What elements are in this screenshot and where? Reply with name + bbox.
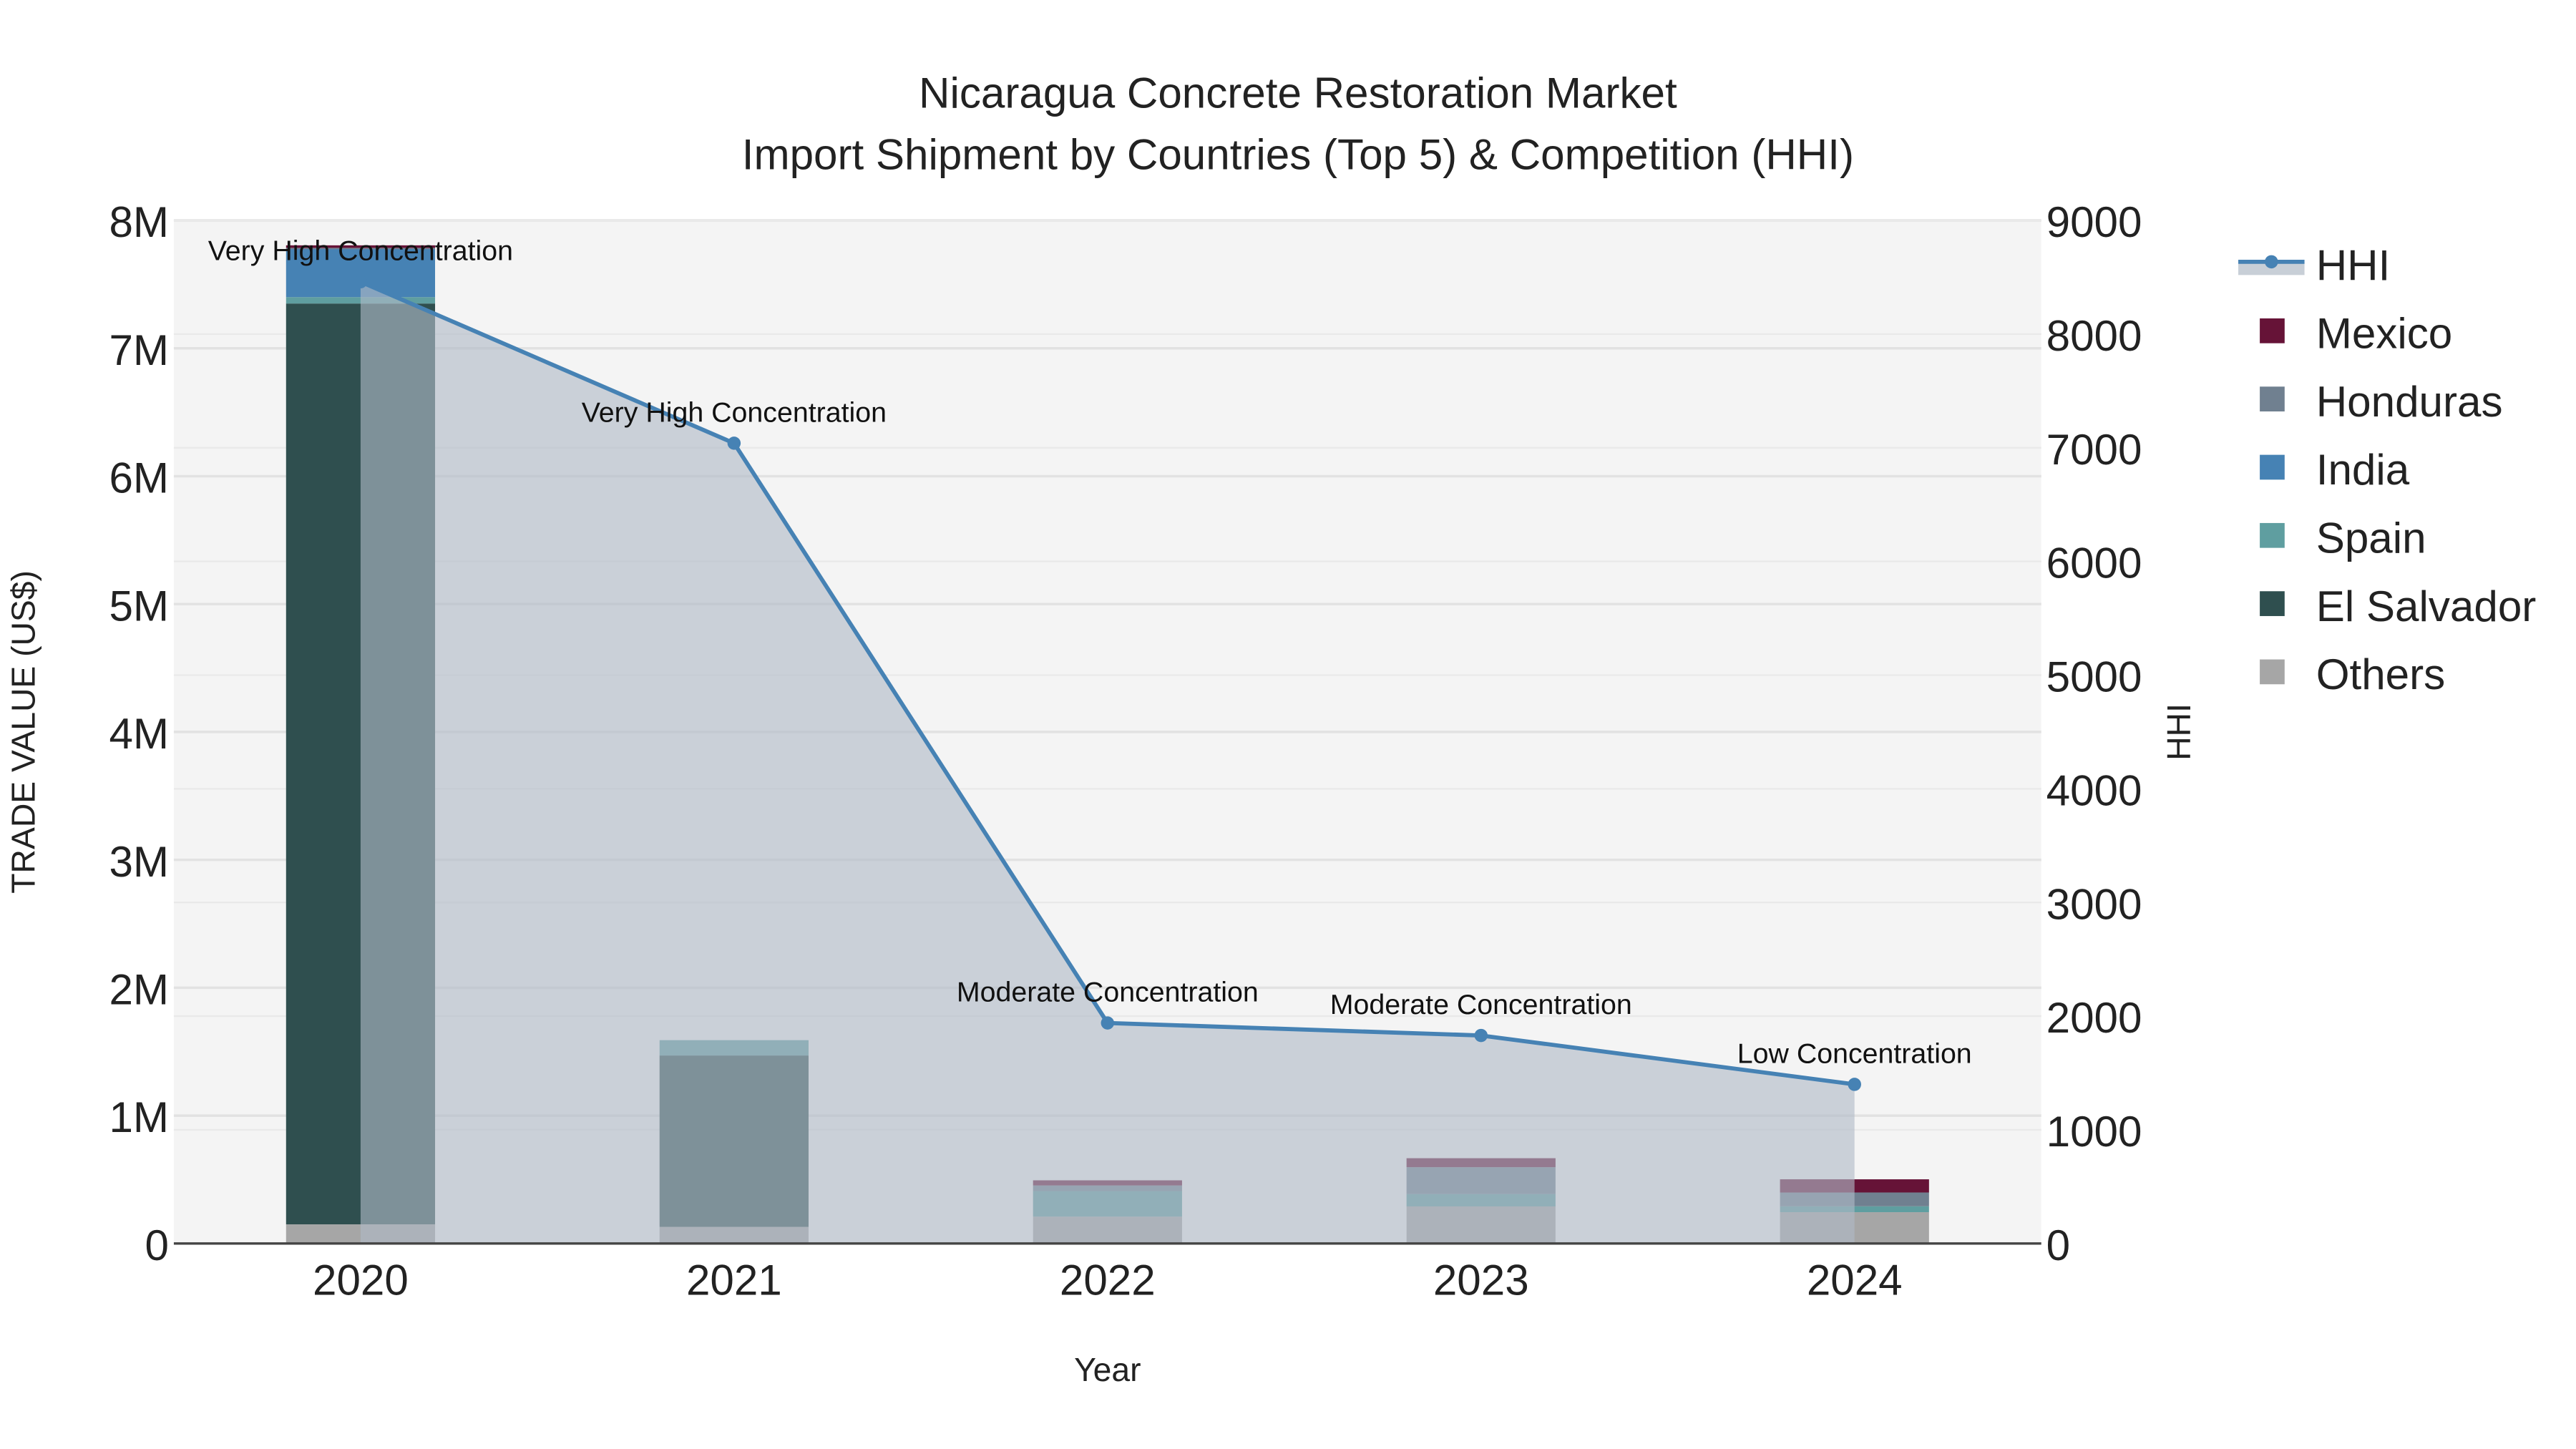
x-tick-label: 2024	[1807, 1257, 1903, 1304]
y-tick-label: 1M	[109, 1093, 169, 1141]
legend-hhi-marker	[2265, 255, 2278, 269]
y-axis-label: TRADE VALUE (US$)	[5, 570, 42, 894]
legend-swatch-el-salvador	[2260, 591, 2285, 616]
hhi-point-2024	[1848, 1078, 1861, 1091]
hhi-annotation: Very High Concentration	[208, 235, 513, 267]
hhi-point-2022	[1101, 1016, 1115, 1030]
chart-title: Nicaragua Concrete Restoration Market	[919, 69, 1677, 117]
legend-label: Others	[2316, 650, 2445, 698]
y2-tick-label: 9000	[2046, 198, 2142, 246]
legend-label: Honduras	[2316, 378, 2503, 426]
hhi-point-2020	[353, 275, 368, 289]
x-tick-label: 2023	[1433, 1257, 1529, 1304]
y2-tick-label: 2000	[2046, 994, 2142, 1042]
legend-swatch-honduras	[2260, 386, 2285, 411]
y2-tick-label: 7000	[2046, 426, 2142, 474]
y-tick-label: 6M	[109, 454, 169, 502]
y-tick-label: 7M	[109, 326, 169, 374]
legend-label: HHI	[2316, 241, 2391, 289]
y-tick-label: 2M	[109, 966, 169, 1014]
y2-tick-label: 6000	[2046, 540, 2142, 587]
x-tick-label: 2022	[1060, 1257, 1156, 1304]
y2-tick-label: 1000	[2046, 1108, 2142, 1156]
legend-swatch-spain	[2260, 522, 2285, 548]
legend-label: India	[2316, 446, 2410, 494]
x-tick-label: 2020	[313, 1257, 409, 1304]
y2-tick-label: 8000	[2046, 312, 2142, 360]
y2-tick-label: 4000	[2046, 766, 2142, 814]
legend-swatch-india	[2260, 454, 2285, 480]
y2-tick-label: 5000	[2046, 653, 2142, 701]
legend-label: Spain	[2316, 514, 2426, 562]
legend-swatch-others	[2260, 659, 2285, 685]
hhi-annotation: Moderate Concentration	[1330, 989, 1632, 1020]
x-axis-label: Year	[1074, 1351, 1141, 1388]
hhi-point-2023	[1474, 1028, 1488, 1043]
y2-tick-label: 0	[2046, 1221, 2070, 1269]
x-tick-label: 2021	[686, 1257, 782, 1304]
y-tick-label: 5M	[109, 582, 169, 630]
y-tick-label: 4M	[109, 710, 169, 758]
hhi-annotation: Very High Concentration	[582, 396, 887, 428]
chart: Very High Concentration Very High Concent…	[5, 69, 2537, 1388]
y-tick-label: 0	[145, 1221, 169, 1269]
hhi-annotation: Low Concentration	[1737, 1038, 1972, 1069]
legend-label: Mexico	[2316, 310, 2453, 358]
y2-axis-label: HHI	[2160, 703, 2197, 761]
chart-subtitle: Import Shipment by Countries (Top 5) & C…	[742, 130, 1854, 178]
y-tick-label: 3M	[109, 838, 169, 886]
legend-swatch-mexico	[2260, 318, 2285, 343]
hhi-annotation: Moderate Concentration	[957, 977, 1259, 1008]
hhi-point-2021	[727, 436, 741, 450]
y2-tick-label: 3000	[2046, 880, 2142, 928]
legend: HHI Mexico Honduras India Spain El Salvador Ot…	[2238, 241, 2536, 698]
legend-label: El Salvador	[2316, 582, 2537, 630]
y-tick-label: 8M	[109, 198, 169, 246]
